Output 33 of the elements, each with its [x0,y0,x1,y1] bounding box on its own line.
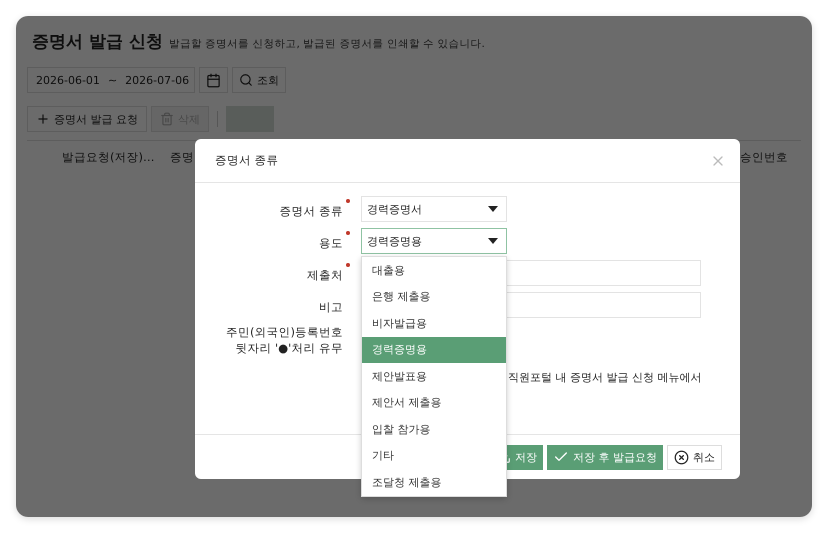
dropdown-option[interactable]: 비자발급용 [362,310,506,336]
field-label: 비고 [319,300,343,314]
field-label: 증명서 종류 [279,204,343,218]
note-text: 직원포털 내 증명서 발급 신청 메뉴에서 [508,370,702,385]
select-field[interactable]: 경력증명서 [361,196,507,222]
search-icon [239,73,253,87]
select-field[interactable]: 경력증명용 [361,228,507,254]
calendar-icon [206,72,221,88]
dropdown-option[interactable]: 제안발표용 [362,363,506,390]
date-range-field[interactable]: 2026-06-01 ~ 2026-07-06 [27,67,195,93]
cancel-button[interactable]: 취소 [667,444,722,470]
column-header: 증명 [170,150,194,165]
column-header: 발급요청(저장)… [62,150,154,165]
dialog-title: 증명서 종류 [215,153,279,168]
add-button[interactable]: 증명서 발급 요청 [27,106,147,132]
dropdown-option[interactable]: 제안서 제출용 [362,390,506,416]
plus-icon [36,112,50,126]
page-title: 증명서 발급 신청 [32,31,163,53]
page-subtitle: 발급할 증명서를 신청하고, 발급된 증명서를 인쇄할 수 있습니다. [168,37,485,51]
dropdown-option[interactable]: 입찰 참가용 [362,416,506,442]
field-label: 용도 [319,236,343,250]
dropdown-option[interactable]: 조달청 제출용 [362,469,506,496]
caret-icon [488,238,498,244]
dropdown-option[interactable]: 은행 제출용 [362,284,506,310]
caret-icon [488,206,498,212]
trash-icon [160,112,174,126]
field-label: 주민(외국인)등록번호 뒷자리 '●'처리 유무 [226,324,343,356]
search-button[interactable]: 조회 [232,67,286,93]
column-header: 승인번호 [740,150,788,165]
circle-x-icon [674,450,689,464]
dropdown-option[interactable]: 대출용 [362,257,506,284]
field-label: 제출처 [307,268,343,282]
calendar-button[interactable] [199,67,228,93]
